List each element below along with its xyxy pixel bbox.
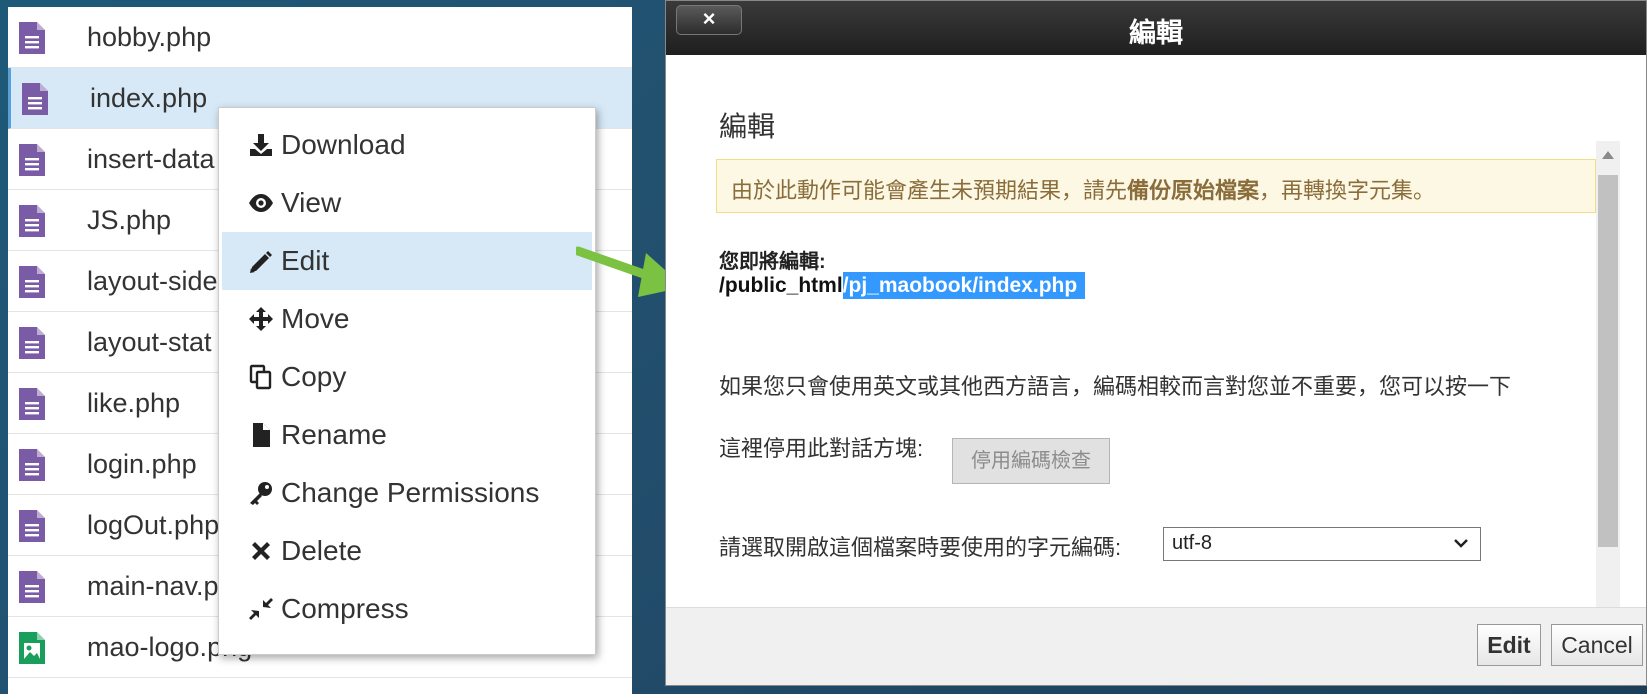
- encoding-select[interactable]: utf-8: [1163, 527, 1481, 561]
- scroll-thumb[interactable]: [1598, 175, 1618, 547]
- download-icon: [245, 130, 277, 160]
- php-file-icon: [18, 387, 46, 421]
- file-name: logOut.php: [87, 509, 220, 540]
- key-icon: [245, 478, 277, 508]
- move-arrows-icon: [245, 304, 277, 334]
- menu-item-label: Compress: [281, 593, 409, 624]
- dialog-body: 編輯 由於此動作可能會產生未預期結果，請先備份原始檔案，再轉換字元集。 您即將編…: [666, 55, 1620, 631]
- vertical-scrollbar[interactable]: [1596, 141, 1620, 631]
- menu-item-view[interactable]: View: [219, 174, 595, 232]
- scroll-up-arrow-icon[interactable]: [1602, 151, 1614, 159]
- cancel-button[interactable]: Cancel: [1551, 624, 1643, 666]
- eye-icon: [245, 188, 277, 218]
- file-name: JS.php: [87, 204, 172, 235]
- file-path: /public_html/pj_maobook/index.php: [719, 272, 1086, 299]
- menu-item-change-permissions[interactable]: Change Permissions: [219, 464, 595, 522]
- php-file-icon: [18, 21, 46, 55]
- menu-item-move[interactable]: Move: [219, 290, 595, 348]
- compress-icon: [245, 594, 277, 624]
- western-language-note: 如果您只會使用英文或其他西方語言，編碼相較而言對您並不重要，您可以按一下: [719, 374, 1512, 399]
- php-file-icon: [18, 326, 46, 360]
- encoding-selected-value: utf-8: [1172, 532, 1213, 554]
- file-name: like.php: [87, 387, 181, 418]
- php-file-icon: [18, 143, 46, 177]
- context-menu: Download View Edit Move Copy Rename Change Per…: [218, 107, 596, 655]
- dialog-titlebar: × 編輯: [666, 1, 1646, 55]
- php-file-icon: [18, 570, 46, 604]
- disable-encoding-check-button[interactable]: 停用編碼檢查: [952, 438, 1110, 484]
- file-path-selected: /pj_maobook/index.php: [842, 272, 1086, 299]
- disable-dialog-label: 這裡停用此對話方塊:: [719, 436, 924, 461]
- edit-dialog: × 編輯 編輯 由於此動作可能會產生未預期結果，請先備份原始檔案，再轉換字元集。…: [665, 0, 1647, 686]
- editing-label: 您即將編輯:: [719, 251, 826, 273]
- menu-item-compress[interactable]: Compress: [219, 580, 595, 638]
- warning-text-bold: 備份原始檔案: [1127, 178, 1260, 203]
- menu-item-delete[interactable]: Delete: [219, 522, 595, 580]
- x-icon: [245, 536, 277, 566]
- php-file-icon: [18, 204, 46, 238]
- php-file-icon: [18, 265, 46, 299]
- menu-item-label: Copy: [281, 361, 347, 392]
- chevron-down-icon: [1454, 539, 1468, 548]
- warning-text-pre: 由於此動作可能會產生未預期結果，請先: [731, 178, 1128, 203]
- file-name: index.php: [90, 82, 208, 113]
- file-name: layout-stat: [87, 326, 212, 357]
- file-icon: [245, 420, 277, 450]
- file-name: layout-side: [87, 265, 218, 296]
- menu-item-edit[interactable]: Edit: [222, 232, 592, 290]
- pencil-icon: [245, 246, 277, 276]
- body-heading: 編輯: [719, 111, 776, 142]
- dialog-title: 編輯: [1129, 18, 1183, 48]
- php-file-icon: [18, 448, 46, 482]
- menu-item-label: Rename: [281, 419, 387, 450]
- php-file-icon: [18, 509, 46, 543]
- menu-item-label: View: [281, 187, 342, 218]
- copy-icon: [245, 362, 277, 392]
- image-file-icon: [18, 631, 46, 665]
- warning-text-post: ，再轉換字元集。: [1259, 178, 1436, 203]
- file-path-prefix: /public_html: [719, 274, 843, 297]
- file-name: login.php: [87, 448, 197, 479]
- menu-item-download[interactable]: Download: [219, 116, 595, 174]
- menu-item-label: Download: [281, 129, 406, 160]
- warning-message: 由於此動作可能會產生未預期結果，請先備份原始檔案，再轉換字元集。: [716, 159, 1596, 213]
- menu-item-copy[interactable]: Copy: [219, 348, 595, 406]
- dialog-footer: Edit Cancel: [666, 607, 1646, 685]
- menu-item-label: Edit: [281, 245, 330, 276]
- file-row[interactable]: hobby.php: [8, 7, 632, 68]
- menu-item-rename[interactable]: Rename: [219, 406, 595, 464]
- file-name: insert-data: [87, 143, 215, 174]
- edit-button[interactable]: Edit: [1477, 624, 1541, 666]
- file-name: main-nav.p: [87, 570, 219, 601]
- file-name: hobby.php: [87, 21, 212, 52]
- encoding-label: 請選取開啟這個檔案時要使用的字元編碼:: [719, 535, 1122, 560]
- menu-item-label: Delete: [281, 535, 362, 566]
- menu-item-label: Change Permissions: [281, 477, 540, 508]
- php-file-icon: [21, 82, 49, 116]
- menu-item-label: Move: [281, 303, 350, 334]
